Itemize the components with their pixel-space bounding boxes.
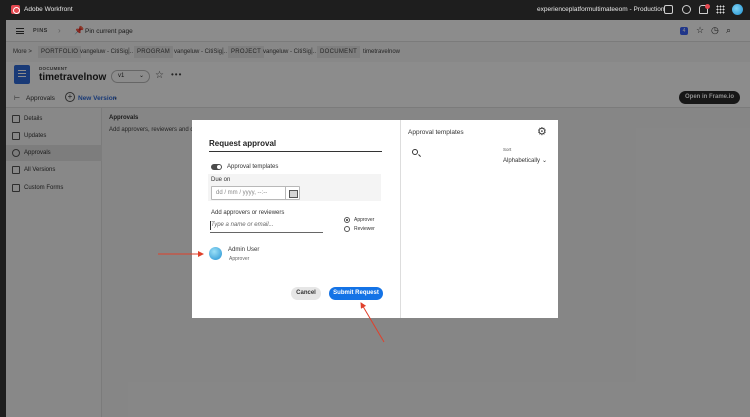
due-date-input[interactable]: dd / mm / yyyy, --:-- — [211, 186, 300, 200]
submit-request-button[interactable]: Submit Request — [329, 287, 383, 300]
request-approval-dialog: Request approval Approval templates Due … — [192, 120, 401, 318]
user-avatar-icon[interactable] — [732, 4, 743, 15]
sort-label: Sort — [503, 147, 512, 152]
title-bar: Adobe Workfront experienceplatformultima… — [0, 0, 750, 20]
reviewer-radio[interactable] — [344, 226, 350, 232]
notification-badge — [705, 4, 710, 9]
calendar-icon[interactable] — [285, 187, 299, 199]
chevron-down-icon[interactable]: ⌄ — [542, 157, 547, 164]
gear-icon[interactable]: ⚙ — [537, 125, 547, 138]
approver-search-input[interactable]: Type a name or email... — [210, 220, 323, 233]
templates-panel-title: Approval templates — [408, 129, 464, 136]
approval-templates-toggle-label: Approval templates — [227, 164, 279, 170]
name-placeholder: Type a name or email... — [211, 222, 274, 228]
apps-grid-icon[interactable] — [716, 5, 725, 14]
selected-user-name: Admin User — [228, 247, 260, 253]
approval-templates-panel: Approval templates ⚙ Sort Alphabetically… — [401, 120, 558, 318]
title-divider — [209, 151, 382, 152]
dialog-title: Request approval — [209, 139, 277, 148]
approver-radio-label: Approver — [354, 217, 375, 223]
date-placeholder: dd / mm / yyyy, --:-- — [216, 190, 268, 196]
admin-user-avatar — [209, 247, 222, 260]
chat-icon[interactable] — [664, 5, 673, 14]
approval-templates-toggle[interactable] — [211, 164, 222, 170]
approver-radio[interactable] — [344, 217, 350, 223]
help-icon[interactable] — [682, 5, 691, 14]
cancel-button[interactable]: Cancel — [291, 287, 321, 300]
selected-user-role: Approver — [229, 256, 250, 262]
search-icon[interactable] — [412, 149, 418, 155]
add-approvers-label: Add approvers or reviewers — [211, 210, 285, 216]
workfront-logo-icon — [11, 5, 20, 14]
app-title: Adobe Workfront — [24, 6, 73, 13]
sort-select[interactable]: Alphabetically — [503, 158, 540, 164]
due-on-label: Due on — [211, 177, 231, 183]
environment-name: experienceplatformultimateeom - Producti… — [537, 6, 665, 13]
reviewer-radio-label: Reviewer — [354, 226, 375, 232]
